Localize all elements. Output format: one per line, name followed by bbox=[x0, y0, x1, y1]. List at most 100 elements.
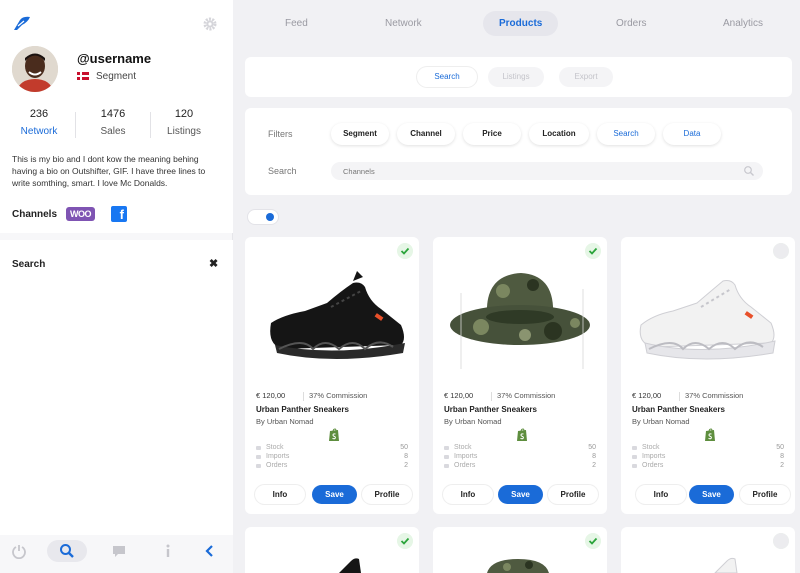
woocommerce-icon[interactable]: WOO bbox=[66, 207, 95, 221]
logo-icon[interactable] bbox=[12, 16, 32, 32]
subtabs-card: Search Listings Export bbox=[245, 57, 792, 97]
bottom-nav bbox=[0, 535, 233, 573]
search-icon[interactable] bbox=[743, 165, 755, 177]
facebook-icon[interactable]: f bbox=[111, 206, 127, 222]
channels-search-input[interactable] bbox=[331, 162, 763, 180]
product-card[interactable] bbox=[621, 527, 795, 573]
view-toggle[interactable] bbox=[247, 209, 279, 225]
stat-listings[interactable]: 120 Listings bbox=[149, 108, 219, 137]
filter-chip-location[interactable]: Location bbox=[529, 123, 589, 145]
subtab-export[interactable]: Export bbox=[559, 67, 613, 87]
save-button[interactable]: Save bbox=[312, 485, 357, 504]
product-card[interactable]: € 120,00 37% Commission Urban Panther Sn… bbox=[621, 237, 795, 514]
shopify-icon bbox=[329, 428, 339, 441]
info-button[interactable]: Info bbox=[255, 485, 305, 504]
info-button[interactable]: Info bbox=[443, 485, 493, 504]
filters-label: Filters bbox=[268, 129, 293, 139]
profile-card: @username Segment 236 Network 1476 Sales… bbox=[0, 0, 233, 233]
stat-sales[interactable]: 1476 Sales bbox=[78, 108, 148, 137]
metric-value: 8 bbox=[780, 453, 784, 460]
product-commission: 37% Commission bbox=[497, 391, 556, 400]
divider bbox=[491, 392, 492, 401]
imports-icon bbox=[256, 455, 261, 459]
channels-label: Channels bbox=[12, 209, 58, 220]
search-label: Search bbox=[268, 166, 297, 176]
tab-analytics[interactable]: Analytics bbox=[723, 18, 763, 29]
gear-icon[interactable] bbox=[202, 16, 218, 32]
save-button[interactable]: Save bbox=[689, 485, 734, 504]
filter-chip-price[interactable]: Price bbox=[463, 123, 521, 145]
stat-divider bbox=[75, 112, 76, 138]
tab-network[interactable]: Network bbox=[385, 18, 422, 29]
stat-network[interactable]: 236 Network bbox=[4, 108, 74, 137]
tab-orders[interactable]: Orders bbox=[616, 18, 647, 29]
metric-value: 50 bbox=[776, 444, 784, 451]
metric-value: 2 bbox=[592, 462, 596, 469]
stat-network-label: Network bbox=[20, 126, 58, 137]
product-card[interactable]: € 120,00 37% Commission Urban Panther Sn… bbox=[433, 237, 607, 514]
profile-button[interactable]: Profile bbox=[362, 485, 412, 504]
check-icon[interactable] bbox=[773, 533, 789, 549]
filter-chip-search[interactable]: Search bbox=[597, 123, 655, 145]
tab-feed[interactable]: Feed bbox=[285, 18, 308, 29]
search-icon[interactable] bbox=[59, 543, 75, 559]
sneaker-black-image bbox=[339, 558, 361, 573]
search-panel-title: Search bbox=[12, 259, 46, 270]
profile-button[interactable]: Profile bbox=[548, 485, 598, 504]
metric-label: Imports bbox=[642, 453, 666, 460]
metric-label: Orders bbox=[642, 462, 664, 469]
close-icon[interactable]: ✖ bbox=[209, 257, 218, 270]
product-vendor[interactable]: By Urban Nomad bbox=[632, 417, 690, 426]
filter-chip-segment[interactable]: Segment bbox=[331, 123, 389, 145]
metric-value: 50 bbox=[588, 444, 596, 451]
metric-label: Imports bbox=[454, 453, 478, 460]
product-commission: 37% Commission bbox=[309, 391, 368, 400]
save-button[interactable]: Save bbox=[498, 485, 543, 504]
toggle-knob bbox=[266, 213, 274, 221]
product-title[interactable]: Urban Panther Sneakers bbox=[256, 405, 349, 414]
subtab-listings[interactable]: Listings bbox=[488, 67, 544, 87]
orders-icon bbox=[444, 464, 449, 468]
chat-icon[interactable] bbox=[111, 543, 127, 559]
collapse-arrow-icon[interactable] bbox=[202, 543, 218, 559]
bucket-hat-image bbox=[450, 273, 590, 369]
metric-label: Stock bbox=[454, 444, 472, 451]
product-card[interactable] bbox=[245, 527, 419, 573]
check-icon[interactable] bbox=[397, 533, 413, 549]
product-card[interactable]: € 120,00 37% Commission Urban Panther Sn… bbox=[245, 237, 419, 514]
metric-value: 2 bbox=[404, 462, 408, 469]
info-button[interactable]: Info bbox=[636, 485, 686, 504]
bucket-hat-image bbox=[487, 559, 549, 573]
main-content: Feed Network Products Orders Analytics S… bbox=[233, 0, 800, 573]
avatar[interactable] bbox=[12, 46, 58, 92]
imports-icon bbox=[632, 455, 637, 459]
metric-value: 8 bbox=[592, 453, 596, 460]
metric-value: 8 bbox=[404, 453, 408, 460]
product-card[interactable] bbox=[433, 527, 607, 573]
product-commission: 37% Commission bbox=[685, 391, 744, 400]
filter-chip-channel[interactable]: Channel bbox=[397, 123, 455, 145]
metric-label: Stock bbox=[642, 444, 660, 451]
metric-label: Stock bbox=[266, 444, 284, 451]
divider bbox=[303, 392, 304, 401]
orders-icon bbox=[256, 464, 261, 468]
subtab-search[interactable]: Search bbox=[417, 67, 477, 87]
stat-sales-label: Sales bbox=[100, 126, 126, 137]
info-icon[interactable] bbox=[160, 543, 176, 559]
stock-icon bbox=[444, 446, 449, 450]
profile-button[interactable]: Profile bbox=[740, 485, 790, 504]
username: @username bbox=[77, 51, 152, 66]
product-title[interactable]: Urban Panther Sneakers bbox=[632, 405, 725, 414]
search-panel: Search ✖ bbox=[0, 240, 233, 535]
check-icon[interactable] bbox=[585, 533, 601, 549]
product-title[interactable]: Urban Panther Sneakers bbox=[444, 405, 537, 414]
filter-chip-data[interactable]: Data bbox=[663, 123, 721, 145]
tab-products[interactable]: Products bbox=[483, 11, 559, 36]
product-price: € 120,00 bbox=[256, 391, 286, 400]
product-vendor[interactable]: By Urban Nomad bbox=[256, 417, 314, 426]
shopify-icon bbox=[517, 428, 527, 441]
norway-flag-icon bbox=[77, 72, 89, 80]
product-vendor[interactable]: By Urban Nomad bbox=[444, 417, 502, 426]
stat-listings-label: Listings bbox=[167, 126, 201, 137]
power-icon[interactable] bbox=[11, 543, 27, 559]
